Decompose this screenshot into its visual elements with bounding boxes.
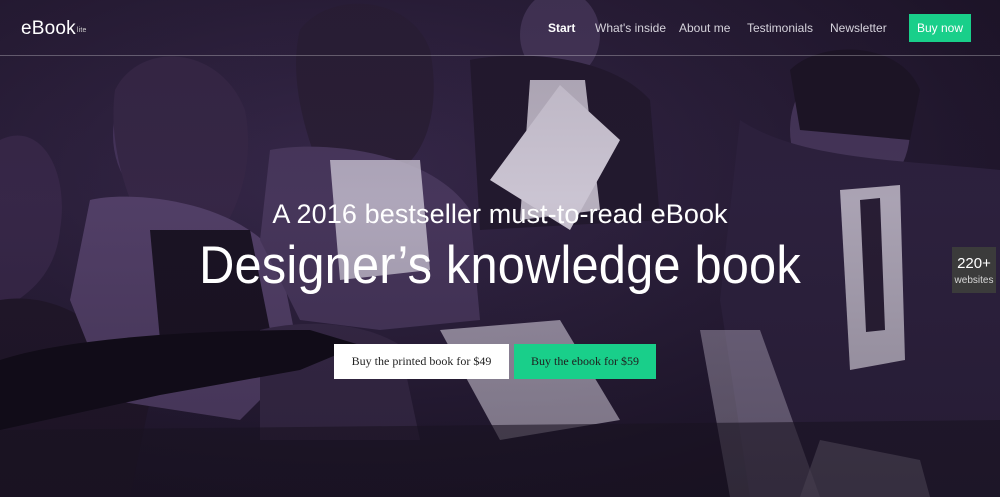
badge-label: websites — [954, 275, 994, 286]
nav-item-start[interactable]: Start — [548, 21, 575, 35]
buy-ebook-button[interactable]: Buy the ebook for $59 — [514, 344, 656, 379]
brand-logo[interactable]: eBooklite — [21, 18, 86, 40]
brand-name: eBook — [21, 18, 76, 39]
nav-item-testimonials[interactable]: Testimonials — [747, 21, 813, 35]
buy-now-button[interactable]: Buy now — [909, 14, 971, 42]
buy-printed-book-button[interactable]: Buy the printed book for $49 — [334, 344, 509, 379]
brand-superscript: lite — [76, 27, 87, 34]
top-navbar: eBooklite Start What's inside About me T… — [0, 0, 1000, 56]
nav-item-whats-inside[interactable]: What's inside — [595, 21, 666, 35]
scrollbar[interactable] — [991, 0, 1000, 497]
hero-section: eBooklite Start What's inside About me T… — [0, 0, 1000, 497]
badge-count: 220+ — [957, 255, 991, 272]
nav-item-newsletter[interactable]: Newsletter — [830, 21, 887, 35]
hero-subtitle: A 2016 bestseller must-to-read eBook — [272, 199, 728, 229]
nav-item-about-me[interactable]: About me — [679, 21, 730, 35]
hero-title: Designer’s knowledge book — [199, 236, 801, 295]
websites-count-badge[interactable]: 220+ websites — [952, 247, 996, 293]
